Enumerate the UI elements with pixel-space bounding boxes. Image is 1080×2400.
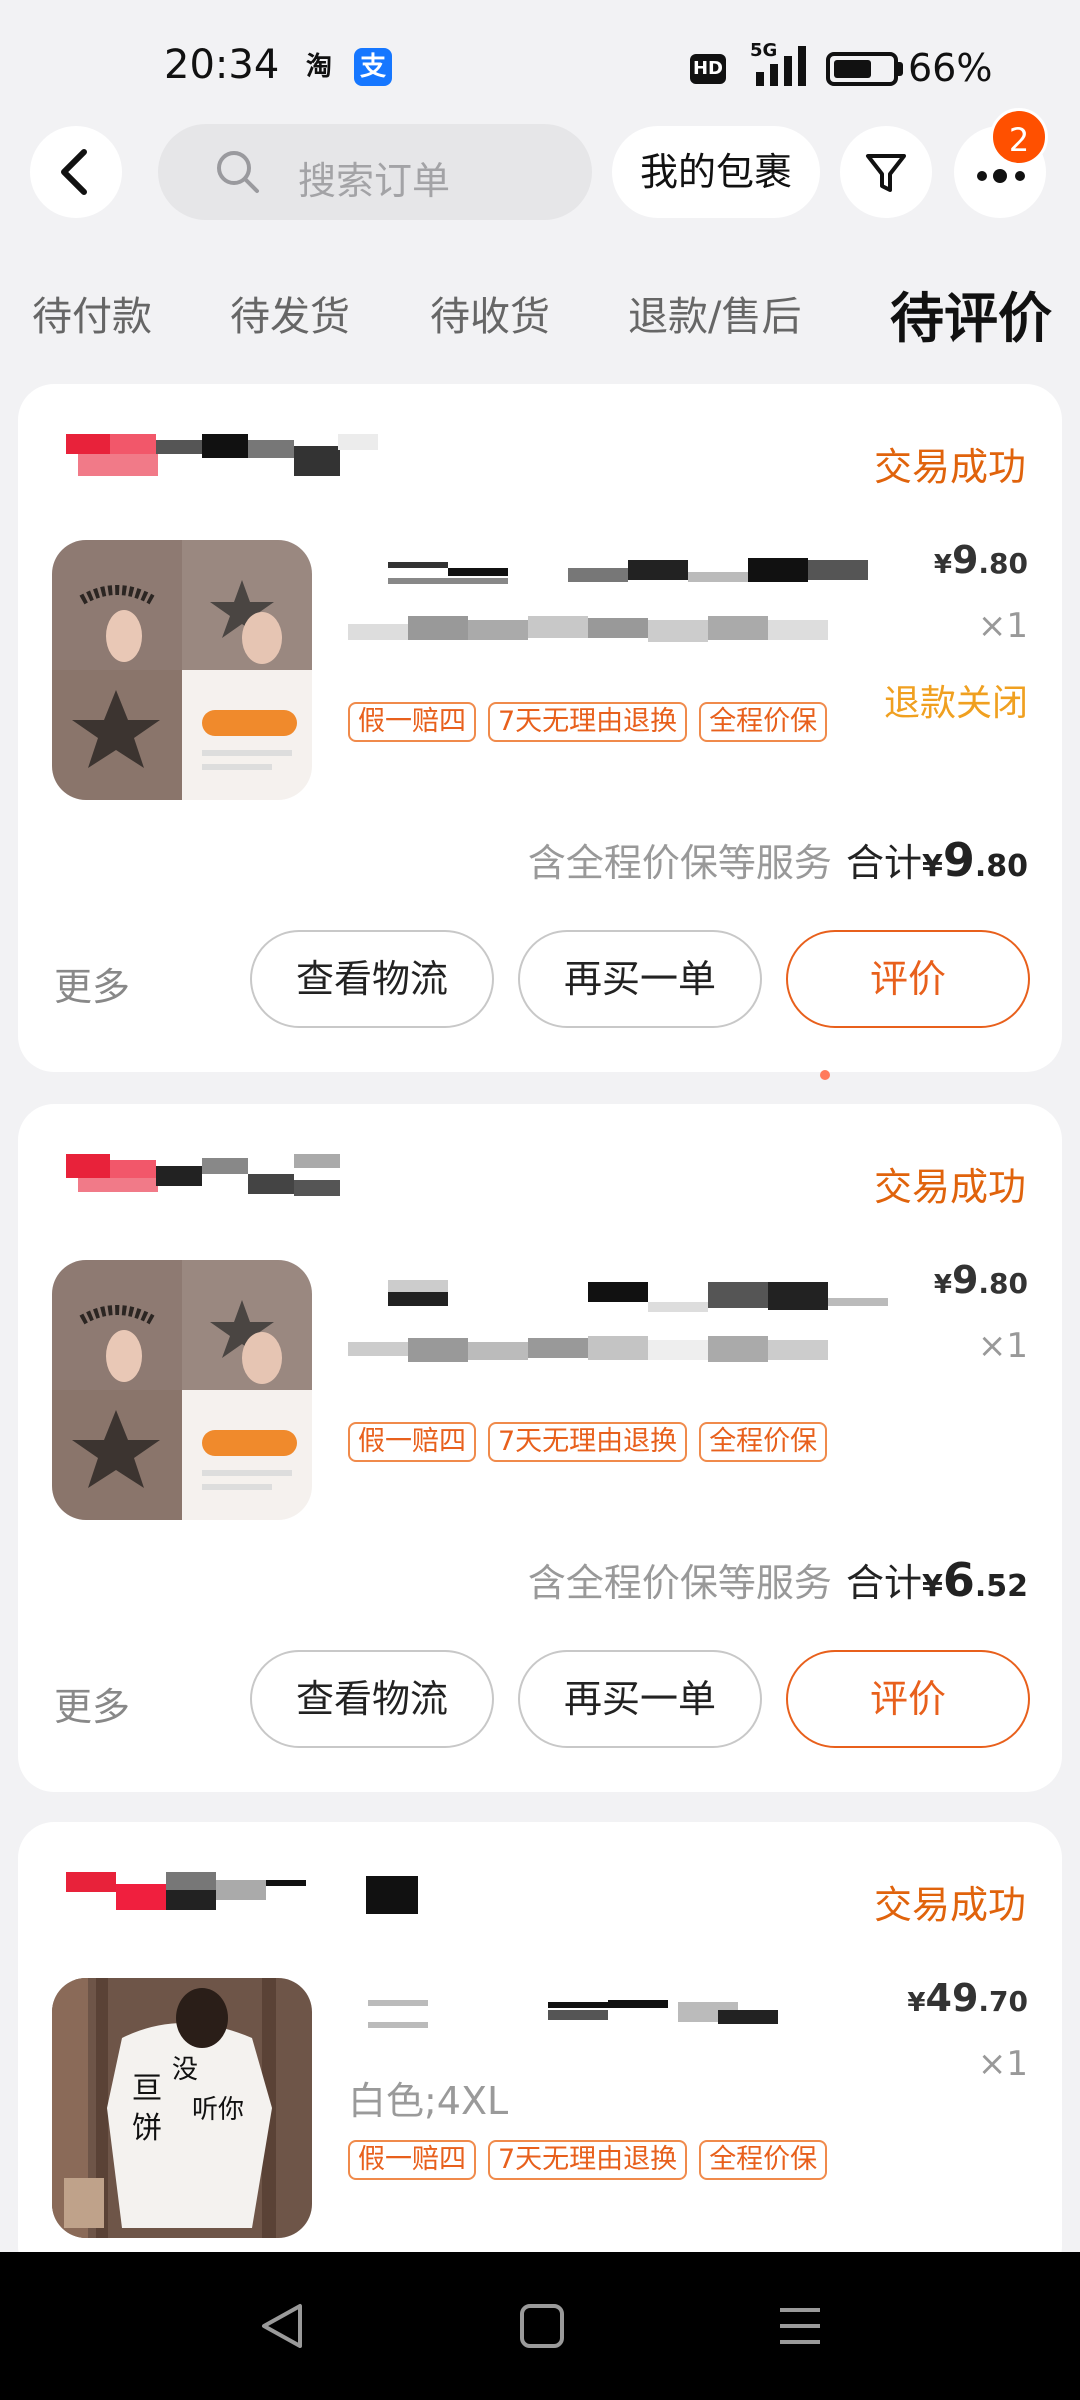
order-tabs: 待付款 待发货 待收货 退款/售后 待评价 bbox=[0, 268, 1080, 358]
product-price: ¥49.70 bbox=[907, 1976, 1028, 2020]
battery-icon bbox=[826, 52, 898, 86]
nav-menu-icon[interactable] bbox=[770, 2298, 830, 2354]
service-note: 含全程价保等服务 bbox=[527, 841, 832, 885]
search-placeholder: 搜索订单 bbox=[298, 159, 451, 203]
nav-home-icon[interactable] bbox=[512, 2298, 572, 2354]
shop-name-redacted[interactable] bbox=[48, 432, 428, 480]
order-total: 含全程价保等服务 合计¥6.52 bbox=[527, 1553, 1028, 1607]
product-sku: 白色;4XL bbox=[348, 2079, 509, 2123]
status-bar: 20:34 淘 支 HD 5G 66% bbox=[0, 0, 1080, 120]
signal-icon bbox=[756, 46, 806, 86]
order-status: 交易成功 bbox=[873, 445, 1026, 489]
more-actions-link[interactable]: 更多 bbox=[54, 1676, 130, 1731]
product-quantity: ×1 bbox=[977, 2044, 1028, 2084]
svg-text:没: 没 bbox=[172, 2054, 198, 2084]
battery-percent: 66% bbox=[908, 46, 993, 90]
svg-text:亘: 亘 bbox=[132, 2072, 162, 2105]
tab-refund-aftersales[interactable]: 退款/售后 bbox=[628, 284, 801, 342]
tag-price-protection: 全程价保 bbox=[699, 2140, 828, 2180]
back-button[interactable] bbox=[30, 126, 122, 218]
product-image[interactable]: 亘 没 饼 听你 bbox=[52, 1978, 312, 2238]
tab-pending-receipt[interactable]: 待收货 bbox=[430, 284, 550, 342]
alipay-notification-icon: 支 bbox=[354, 48, 392, 86]
tag-7day-return: 7天无理由退换 bbox=[488, 702, 688, 742]
refund-status: 退款关闭 bbox=[883, 683, 1028, 724]
tag-7day-return: 7天无理由退换 bbox=[488, 2140, 688, 2180]
filter-icon bbox=[866, 154, 906, 192]
order-card: 交易成功 亘 没 饼 听你 白色;4XL ¥49.70 ×1 假一赔四 7天无理由… bbox=[18, 1822, 1062, 2282]
product-price: ¥9.80 bbox=[933, 538, 1028, 582]
taobao-notification-icon: 淘 bbox=[305, 52, 332, 82]
system-navigation-bar bbox=[0, 2252, 1080, 2400]
svg-text:饼: 饼 bbox=[132, 2112, 162, 2145]
tag-price-protection: 全程价保 bbox=[699, 1422, 828, 1462]
status-time: 20:34 bbox=[164, 42, 280, 88]
order-total: 含全程价保等服务 合计¥9.80 bbox=[527, 833, 1028, 887]
tag-fake-compensation: 假一赔四 bbox=[348, 2140, 476, 2180]
product-price: ¥9.80 bbox=[933, 1258, 1028, 1302]
service-tags: 假一赔四 7天无理由退换 全程价保 bbox=[348, 702, 839, 746]
tag-fake-compensation: 假一赔四 bbox=[348, 1422, 476, 1462]
hd-voice-icon: HD bbox=[690, 54, 726, 84]
filter-button[interactable] bbox=[840, 126, 932, 218]
notification-badge: 2 bbox=[990, 108, 1048, 166]
service-tags: 假一赔四 7天无理由退换 全程价保 bbox=[348, 2140, 839, 2184]
shop-name-redacted[interactable] bbox=[48, 1870, 428, 1918]
search-icon bbox=[217, 151, 259, 193]
order-card: 交易成功 ¥9.80 ×1 退款关闭 假一赔四 7天无理由退换 全程价保 含全程… bbox=[18, 384, 1062, 1072]
order-status: 交易成功 bbox=[873, 1883, 1026, 1927]
tag-fake-compensation: 假一赔四 bbox=[348, 702, 476, 742]
search-input[interactable]: 搜索订单 bbox=[158, 124, 592, 220]
review-button[interactable]: 评价 bbox=[786, 1650, 1030, 1748]
order-card: 交易成功 ¥9.80 ×1 假一赔四 7天无理由退换 全程价保 含全程价保等服务… bbox=[18, 1104, 1062, 1792]
buy-again-button[interactable]: 再买一单 bbox=[518, 1650, 762, 1748]
tab-pending-shipment[interactable]: 待发货 bbox=[230, 284, 350, 342]
svg-text:听你: 听你 bbox=[192, 2094, 244, 2124]
more-actions-link[interactable]: 更多 bbox=[54, 956, 130, 1011]
battery-level bbox=[834, 60, 871, 78]
tag-7day-return: 7天无理由退换 bbox=[488, 1422, 688, 1462]
my-packages-button[interactable]: 我的包裹 bbox=[612, 126, 820, 218]
product-image[interactable] bbox=[52, 1260, 312, 1520]
view-logistics-button[interactable]: 查看物流 bbox=[250, 930, 494, 1028]
product-title-redacted[interactable] bbox=[348, 550, 888, 660]
product-quantity: ×1 bbox=[977, 606, 1028, 646]
shop-name-redacted[interactable] bbox=[48, 1152, 428, 1200]
review-button[interactable]: 评价 bbox=[786, 930, 1030, 1028]
back-arrow-icon bbox=[61, 149, 87, 195]
product-image[interactable] bbox=[52, 540, 312, 800]
view-logistics-button[interactable]: 查看物流 bbox=[250, 1650, 494, 1748]
service-note: 含全程价保等服务 bbox=[527, 1561, 832, 1605]
scroll-indicator-dot bbox=[820, 1070, 830, 1080]
tab-pending-payment[interactable]: 待付款 bbox=[32, 284, 152, 342]
order-status: 交易成功 bbox=[873, 1165, 1026, 1209]
product-title-redacted[interactable] bbox=[348, 1270, 888, 1380]
product-quantity: ×1 bbox=[977, 1326, 1028, 1366]
tag-price-protection: 全程价保 bbox=[699, 702, 828, 742]
buy-again-button[interactable]: 再买一单 bbox=[518, 930, 762, 1028]
header: 搜索订单 我的包裹 bbox=[0, 120, 1080, 230]
nav-back-icon[interactable] bbox=[254, 2298, 314, 2354]
tab-pending-review[interactable]: 待评价 bbox=[890, 274, 1052, 353]
service-tags: 假一赔四 7天无理由退换 全程价保 bbox=[348, 1422, 839, 1466]
